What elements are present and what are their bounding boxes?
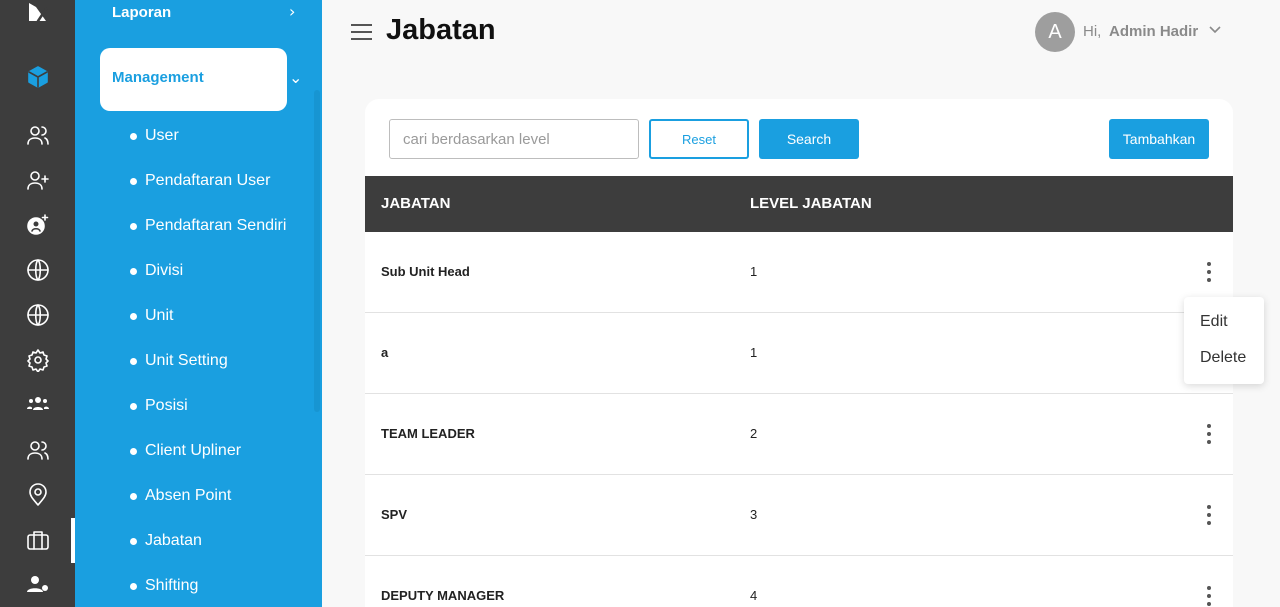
- bullet-icon: [130, 537, 137, 545]
- more-options-icon[interactable]: [1203, 262, 1215, 282]
- bullet-icon: [130, 492, 137, 500]
- column-header-level-jabatan[interactable]: LEVEL JABATAN: [750, 195, 872, 212]
- sidebar-item-label: Unit: [145, 307, 174, 324]
- sidebar: Laporan › Management ⌄ User Pendaftaran …: [75, 0, 322, 607]
- sidebar-item-laporan[interactable]: Laporan: [112, 4, 171, 21]
- cube-icon[interactable]: [25, 64, 51, 90]
- table-row: Sub Unit Head 1: [365, 232, 1233, 313]
- chevron-down-icon[interactable]: ⌄: [289, 68, 302, 87]
- greeting-text: Hi,: [1083, 23, 1102, 40]
- cell-jabatan: TEAM LEADER: [381, 426, 475, 441]
- sidebar-item-divisi[interactable]: Divisi: [130, 260, 183, 282]
- sidebar-item-label: User: [145, 127, 179, 144]
- bullet-icon: [130, 312, 137, 320]
- bullet-icon: [130, 132, 137, 140]
- sidebar-item-label: Pendaftaran User: [145, 172, 271, 189]
- sidebar-item-unit[interactable]: Unit: [130, 305, 173, 327]
- user-name[interactable]: Admin Hadir: [1109, 23, 1198, 40]
- bullet-icon: [130, 447, 137, 455]
- globe-icon[interactable]: [25, 257, 51, 283]
- sidebar-item-absen-point[interactable]: Absen Point: [130, 485, 231, 507]
- sidebar-item-pendaftaran-user[interactable]: Pendaftaran User: [130, 170, 270, 192]
- chevron-right-icon[interactable]: ›: [289, 2, 295, 21]
- more-options-icon[interactable]: [1203, 505, 1215, 525]
- chevron-down-icon[interactable]: [1209, 25, 1221, 35]
- user-gear-icon[interactable]: [25, 212, 51, 238]
- sidebar-item-unit-setting[interactable]: Unit Setting: [130, 350, 228, 372]
- sidebar-item-shifting[interactable]: Shifting: [130, 575, 198, 597]
- add-button[interactable]: Tambahkan: [1109, 119, 1209, 159]
- cell-jabatan: SPV: [381, 507, 408, 522]
- sidebar-item-jabatan[interactable]: Jabatan: [130, 530, 202, 552]
- cell-level: 2: [750, 426, 758, 441]
- bullet-icon: [130, 357, 137, 365]
- avatar[interactable]: A: [1035, 12, 1075, 52]
- sidebar-scrollbar[interactable]: [314, 90, 320, 412]
- location-pin-icon[interactable]: [25, 482, 51, 508]
- sidebar-item-label: Posisi: [145, 397, 188, 414]
- sidebar-item-label: Absen Point: [145, 487, 232, 504]
- sidebar-item-label: Client Upliner: [145, 442, 242, 459]
- column-header-jabatan[interactable]: JABATAN: [381, 195, 450, 212]
- bullet-icon: [130, 582, 137, 590]
- sidebar-item-client-upliner[interactable]: Client Upliner: [130, 440, 241, 462]
- more-options-icon[interactable]: [1203, 586, 1215, 606]
- sidebar-item-label: Pendaftaran Sendiri: [145, 217, 287, 234]
- settings-icon[interactable]: [25, 347, 51, 373]
- users-icon[interactable]: [25, 437, 51, 463]
- sidebar-item-label: Divisi: [145, 262, 184, 279]
- user-plus-icon[interactable]: [25, 167, 51, 193]
- logo-icon[interactable]: [25, 0, 51, 26]
- table-row: SPV 3: [365, 475, 1233, 556]
- bullet-icon: [130, 222, 137, 230]
- sidebar-item-label: Jabatan: [145, 532, 202, 549]
- search-button[interactable]: Search: [759, 119, 859, 159]
- cell-jabatan: a: [381, 345, 389, 360]
- bullet-icon: [130, 177, 137, 185]
- cell-level: 4: [750, 588, 758, 603]
- edit-menu-item[interactable]: Edit: [1200, 313, 1228, 331]
- sidebar-item-label: Shifting: [145, 577, 199, 594]
- search-input[interactable]: [389, 119, 639, 159]
- page-title: Jabatan: [386, 14, 496, 46]
- table-row: a 1: [365, 313, 1233, 394]
- globe-icon[interactable]: [25, 302, 51, 328]
- users-icon[interactable]: [25, 122, 51, 148]
- table-row: DEPUTY MANAGER 4: [365, 556, 1233, 607]
- group-icon[interactable]: [25, 391, 51, 417]
- sidebar-item-user[interactable]: User: [130, 125, 179, 147]
- bullet-icon: [130, 402, 137, 410]
- table-header: JABATAN LEVEL JABATAN: [365, 176, 1233, 232]
- table-row: TEAM LEADER 2: [365, 394, 1233, 475]
- cell-level: 3: [750, 507, 758, 522]
- cell-level: 1: [750, 264, 758, 279]
- sidebar-item-pendaftaran-sendiri[interactable]: Pendaftaran Sendiri: [130, 215, 286, 237]
- cell-jabatan: Sub Unit Head: [381, 264, 470, 279]
- sidebar-item-management[interactable]: Management: [100, 48, 287, 111]
- sidebar-item-label: Unit Setting: [145, 352, 228, 369]
- hamburger-menu-icon[interactable]: [351, 24, 372, 41]
- icon-rail: [0, 0, 75, 607]
- reset-button[interactable]: Reset: [649, 119, 749, 159]
- delete-menu-item[interactable]: Delete: [1200, 349, 1246, 367]
- user-settings-icon[interactable]: [25, 571, 51, 597]
- bullet-icon: [130, 267, 137, 275]
- briefcase-icon[interactable]: [25, 527, 51, 553]
- sidebar-item-posisi[interactable]: Posisi: [130, 395, 188, 417]
- sidebar-item-label: Management: [112, 69, 204, 86]
- cell-jabatan: DEPUTY MANAGER: [381, 588, 505, 603]
- cell-level: 1: [750, 345, 758, 360]
- row-options-menu: Edit Delete: [1184, 297, 1264, 384]
- more-options-icon[interactable]: [1203, 424, 1215, 444]
